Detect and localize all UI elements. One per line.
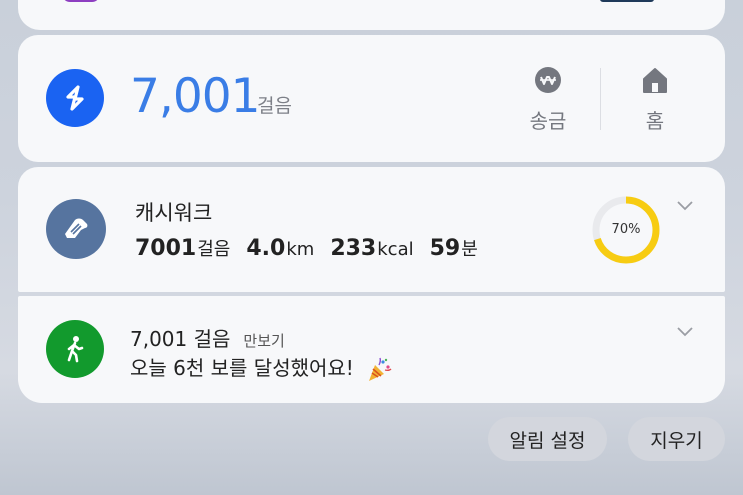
notification-settings-button[interactable]: 알림 설정 xyxy=(488,417,607,461)
thumbnail-partial xyxy=(600,0,654,2)
progress-label: 70% xyxy=(611,222,641,237)
transfer-button[interactable]: 송금 xyxy=(518,65,578,134)
chevron-down-icon[interactable] xyxy=(675,198,695,212)
transfer-icon xyxy=(535,67,561,93)
divider xyxy=(600,68,601,130)
steps-unit: 걸음 xyxy=(257,95,292,117)
pedometer-message-row: 오늘 6천 보를 달성했어요! xyxy=(130,352,392,383)
transfer-label: 송금 xyxy=(529,109,567,133)
pedometer-app-name: 만보기 xyxy=(243,332,285,350)
cashwalk-stats: 7001 걸음 4.0 km 233 kcal 59 분 xyxy=(135,235,494,261)
home-label: 홈 xyxy=(645,109,665,133)
steps-app-logo-icon xyxy=(46,69,104,127)
chevron-down-icon[interactable] xyxy=(675,324,695,338)
pedometer-message: 오늘 6천 보를 달성했어요! xyxy=(130,356,354,380)
pedometer-title: 7,001 걸음 xyxy=(130,327,231,351)
clear-button[interactable]: 지우기 xyxy=(628,417,725,461)
cashwalk-notification-card[interactable]: 캐시워크 7001 걸음 4.0 km 233 kcal 59 분 70% xyxy=(18,167,725,292)
stat-minutes: 59 분 xyxy=(429,236,478,261)
stat-calories: 233 kcal xyxy=(330,236,414,261)
steps-count: 7,001 xyxy=(130,69,261,124)
pedometer-notification-card[interactable]: 7,001 걸음 만보기 오늘 6천 보를 달성했어요! xyxy=(18,296,725,403)
party-popper-icon xyxy=(369,357,392,381)
pedometer-title-row: 7,001 걸음 만보기 xyxy=(130,323,285,352)
cashwalk-shoe-icon xyxy=(46,199,106,259)
steps-widget-card[interactable]: 7,001 걸음 송금 홈 xyxy=(18,35,725,162)
stat-steps: 7001 걸음 xyxy=(135,236,231,261)
home-icon xyxy=(643,68,667,93)
walking-person-icon xyxy=(46,320,104,378)
home-button[interactable]: 홈 xyxy=(625,65,685,134)
previous-notification-card[interactable] xyxy=(18,0,725,30)
cashwalk-title: 캐시워크 xyxy=(135,201,213,225)
stat-distance: 4.0 km xyxy=(246,236,315,261)
app-icon-partial xyxy=(62,0,100,2)
